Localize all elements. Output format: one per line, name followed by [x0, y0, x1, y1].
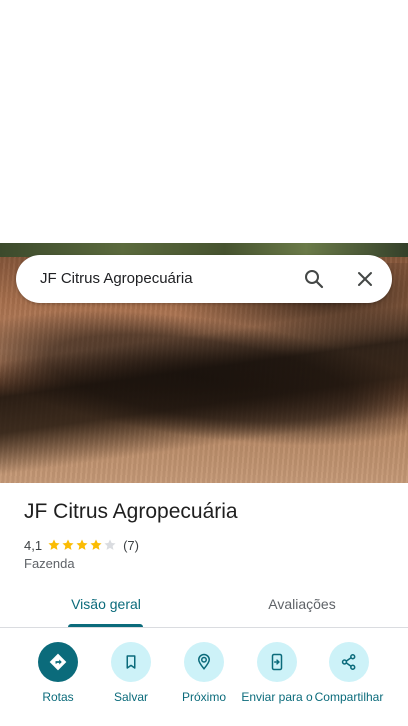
star-filled-icon — [61, 538, 75, 552]
nearby-button[interactable]: Próximo — [166, 642, 242, 705]
star-empty-icon — [103, 538, 117, 552]
rating-row[interactable]: 4,1 (7) — [24, 536, 139, 554]
search-icon[interactable] — [302, 267, 326, 291]
save-button[interactable]: Salvar — [93, 642, 169, 705]
tab-reviews[interactable]: Avaliações — [244, 592, 360, 628]
search-query[interactable]: JF Citrus Agropecuária — [40, 255, 193, 303]
tab-divider — [0, 627, 408, 628]
star-filled-icon — [75, 538, 89, 552]
place-category[interactable]: Fazenda — [24, 556, 75, 571]
send-to-phone-icon — [257, 642, 297, 682]
send-to-phone-label: Enviar para o — [241, 690, 313, 704]
star-filled-icon — [47, 538, 61, 552]
share-icon — [329, 642, 369, 682]
directions-icon — [38, 642, 78, 682]
search-bar[interactable]: JF Citrus Agropecuária — [16, 255, 392, 303]
share-button[interactable]: Compartilhar — [311, 642, 387, 705]
directions-label: Rotas — [42, 690, 74, 704]
nearby-icon — [184, 642, 224, 682]
close-icon[interactable] — [353, 267, 377, 291]
star-filled-icon — [89, 538, 103, 552]
place-title: JF Citrus Agropecuária — [24, 500, 238, 523]
save-label: Salvar — [113, 690, 148, 704]
star-rating — [47, 538, 117, 552]
send-to-phone-button[interactable]: Enviar para o — [239, 642, 315, 705]
directions-button[interactable]: Rotas — [20, 642, 96, 705]
tab-overview[interactable]: Visão geral — [48, 592, 164, 628]
top-blank-area — [0, 0, 408, 243]
nearby-label: Próximo — [181, 690, 226, 704]
rating-value: 4,1 — [24, 537, 43, 553]
bookmark-icon — [111, 642, 151, 682]
review-count: (7) — [123, 537, 139, 553]
share-label: Compartilhar — [314, 690, 384, 704]
